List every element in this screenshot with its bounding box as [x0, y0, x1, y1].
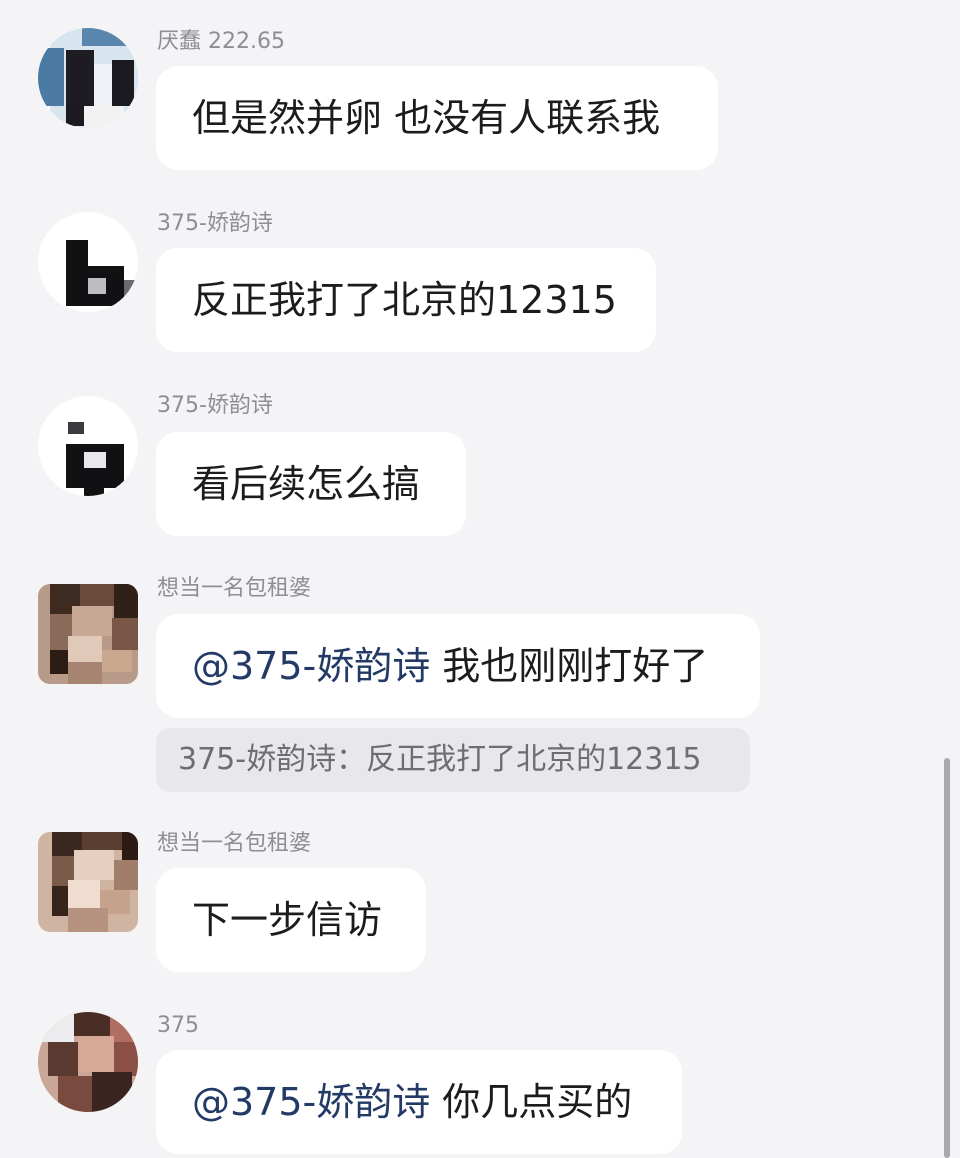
- sender-name: 想当一名包租婆: [157, 576, 312, 601]
- message-bubble[interactable]: 但是然并卵 也没有人联系我: [156, 66, 718, 170]
- message-bubble[interactable]: 反正我打了北京的12315: [156, 248, 656, 352]
- quoted-text: 375-娇韵诗：反正我打了北京的12315: [178, 742, 702, 777]
- message-text: 下一步信访: [192, 898, 383, 942]
- user-avatar[interactable]: [38, 212, 138, 312]
- user-avatar[interactable]: [38, 832, 138, 932]
- message-text: 你几点买的: [442, 1080, 633, 1124]
- user-avatar[interactable]: [38, 396, 138, 496]
- message-bubble[interactable]: 下一步信访: [156, 868, 426, 972]
- message-text: 看后续怎么搞: [192, 462, 421, 506]
- mention-link[interactable]: @375-娇韵诗: [192, 644, 430, 688]
- sender-name: 375: [157, 1013, 199, 1038]
- quoted-message[interactable]: 375-娇韵诗：反正我打了北京的12315: [156, 728, 750, 792]
- message-bubble[interactable]: @375-娇韵诗 你几点买的: [156, 1050, 682, 1154]
- message-text: 反正我打了北京的12315: [192, 278, 617, 322]
- scrollbar[interactable]: [944, 758, 950, 1158]
- sender-name: 375-娇韵诗: [157, 393, 273, 418]
- user-avatar[interactable]: [38, 1012, 138, 1112]
- message-text: 我也刚刚打好了: [442, 644, 709, 688]
- user-avatar[interactable]: [38, 28, 138, 128]
- message-text: 但是然并卵 也没有人联系我: [192, 96, 661, 140]
- sender-name: 375-娇韵诗: [157, 211, 273, 236]
- user-avatar[interactable]: [38, 584, 138, 684]
- chat-message-list[interactable]: 厌蠢 222.65 但是然并卵 也没有人联系我 375-娇韵诗 反正我打了北京的…: [0, 0, 960, 1158]
- message-bubble[interactable]: @375-娇韵诗 我也刚刚打好了: [156, 614, 760, 718]
- mention-link[interactable]: @375-娇韵诗: [192, 1080, 430, 1124]
- sender-name: 想当一名包租婆: [157, 831, 312, 856]
- sender-name: 厌蠢 222.65: [157, 29, 285, 54]
- message-bubble[interactable]: 看后续怎么搞: [156, 432, 466, 536]
